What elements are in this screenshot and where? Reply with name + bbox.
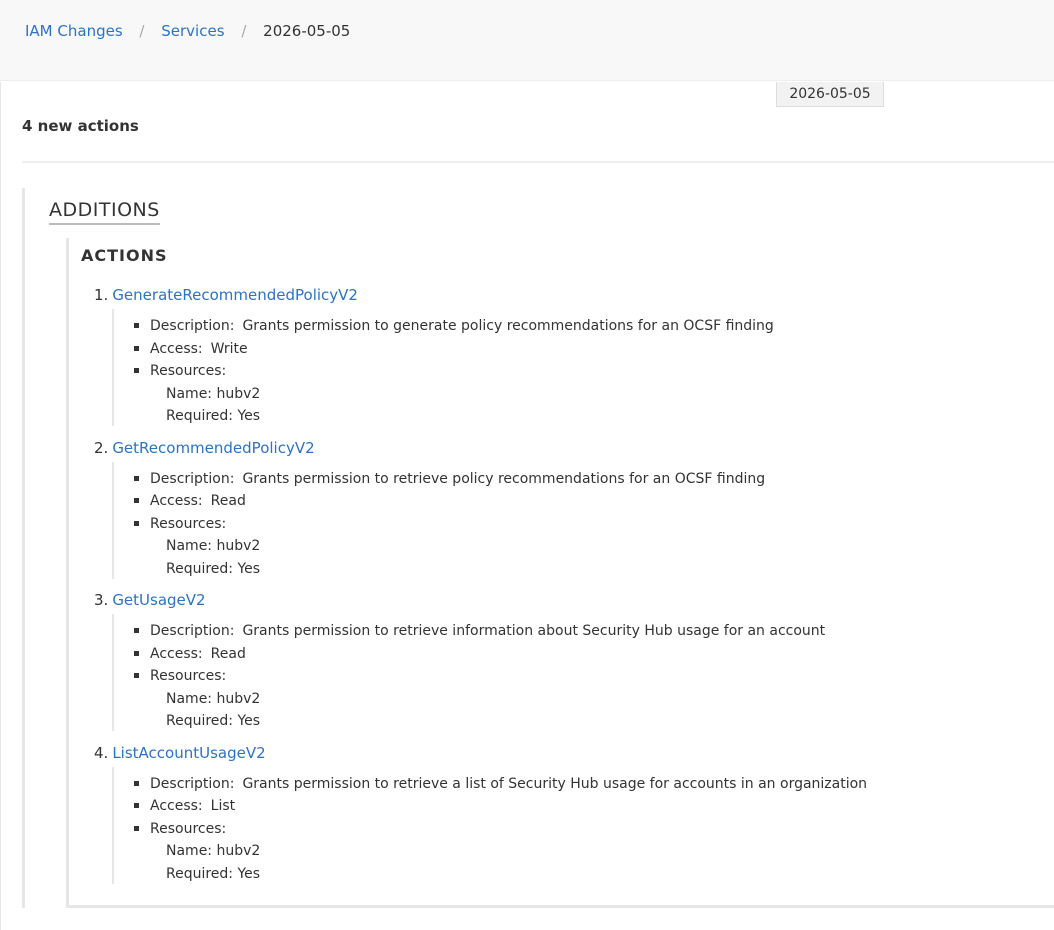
resources-row: Resources: (134, 820, 227, 838)
resource-name-value: hubv2 (216, 843, 261, 859)
breadcrumb-current: 2026-05-05 (263, 21, 351, 40)
description-value: Grants permission to retrieve a list of … (242, 776, 868, 792)
description-label: Description: (150, 776, 235, 792)
action-number: 3. (94, 591, 109, 609)
bullet (134, 803, 139, 808)
resources-row: Resources: (134, 362, 227, 380)
access-row: Access: Read (134, 492, 246, 510)
change-panel: 2026-05-05 4 new actions ADDITIONS ACTIO… (0, 82, 1054, 930)
resource-required-value: Yes (237, 866, 261, 882)
actions-section: ACTIONS 1. GenerateRecommendedPolicyV2 De… (66, 238, 1054, 908)
access-value: Write (210, 341, 248, 357)
resource-name-label: Name: (166, 538, 213, 554)
resource-required-row: Required: Yes (166, 712, 260, 730)
resources-row: Resources: (134, 515, 227, 533)
divider (22, 161, 1054, 163)
resource-required-label: Required: (166, 713, 234, 729)
resource-required-value: Yes (237, 561, 261, 577)
action-header: 1. GenerateRecommendedPolicyV2 (94, 285, 358, 305)
access-row: Access: List (134, 797, 236, 815)
bullet (134, 826, 139, 831)
resource-name-value: hubv2 (216, 386, 261, 402)
resource-name-value: hubv2 (216, 538, 261, 554)
resources-label: Resources: (150, 668, 227, 684)
resource-required-row: Required: Yes (166, 560, 260, 578)
breadcrumb-separator: / (241, 21, 247, 40)
resource-name-label: Name: (166, 691, 213, 707)
breadcrumb-link-iam-changes[interactable]: IAM Changes (25, 22, 123, 40)
action-header: 2. GetRecommendedPolicyV2 (94, 438, 315, 458)
action-item: 2. GetRecommendedPolicyV2 Description: Gra… (94, 438, 1034, 590)
action-item: 1. GenerateRecommendedPolicyV2 Descriptio… (94, 285, 1034, 437)
description-value: Grants permission to retrieve informatio… (242, 623, 826, 639)
description-row: Description: Grants permission to retriev… (134, 775, 868, 793)
description-row: Description: Grants permission to retriev… (134, 470, 766, 488)
action-number: 2. (94, 439, 109, 457)
additions-section: ADDITIONS ACTIONS 1. GenerateRecommendedP… (22, 188, 1054, 908)
action-number: 1. (94, 286, 109, 304)
resource-name-label: Name: (166, 386, 213, 402)
access-value: Read (210, 646, 246, 662)
access-value: Read (210, 493, 246, 509)
breadcrumb-link-services[interactable]: Services (161, 22, 224, 40)
access-row: Access: Read (134, 645, 246, 663)
access-row: Access: Write (134, 340, 248, 358)
actions-title: ACTIONS (81, 246, 168, 265)
description-value: Grants permission to retrieve policy rec… (242, 471, 766, 487)
description-value: Grants permission to generate policy rec… (242, 318, 774, 334)
action-number: 4. (94, 744, 109, 762)
bullet (134, 673, 139, 678)
action-link[interactable]: GenerateRecommendedPolicyV2 (112, 286, 358, 304)
bullet (134, 521, 139, 526)
bullet (134, 346, 139, 351)
action-item: 3. GetUsageV2 Description: Grants permissi… (94, 590, 1034, 742)
bullet (134, 476, 139, 481)
action-header: 4. ListAccountUsageV2 (94, 743, 266, 763)
bullet (134, 628, 139, 633)
resources-label: Resources: (150, 821, 227, 837)
resource-name-row: Name: hubv2 (166, 385, 260, 403)
bullet (134, 368, 139, 373)
resource-name-label: Name: (166, 843, 213, 859)
breadcrumb-separator: / (139, 21, 145, 40)
breadcrumb: IAM Changes / Services / 2026-05-05 (25, 21, 350, 40)
access-label: Access: (150, 646, 203, 662)
date-badge: 2026-05-05 (776, 82, 884, 107)
bullet (134, 651, 139, 656)
resource-name-value: hubv2 (216, 691, 261, 707)
description-label: Description: (150, 471, 235, 487)
description-row: Description: Grants permission to generat… (134, 317, 774, 335)
action-item: 4. ListAccountUsageV2 Description: Grants … (94, 743, 1034, 895)
access-value: List (210, 798, 236, 814)
resource-required-label: Required: (166, 866, 234, 882)
resource-name-row: Name: hubv2 (166, 690, 260, 708)
access-label: Access: (150, 341, 203, 357)
resource-required-row: Required: Yes (166, 407, 260, 425)
summary-heading: 4 new actions (22, 117, 139, 135)
description-label: Description: (150, 623, 235, 639)
action-link[interactable]: GetUsageV2 (112, 591, 205, 609)
resource-name-row: Name: hubv2 (166, 842, 260, 860)
bullet (134, 498, 139, 503)
resources-label: Resources: (150, 516, 227, 532)
action-link[interactable]: ListAccountUsageV2 (112, 744, 265, 762)
bullet (134, 781, 139, 786)
access-label: Access: (150, 798, 203, 814)
additions-title: ADDITIONS (49, 198, 160, 225)
top-bar: IAM Changes / Services / 2026-05-05 (0, 0, 1054, 81)
bullet (134, 323, 139, 328)
resource-required-row: Required: Yes (166, 865, 260, 883)
action-link[interactable]: GetRecommendedPolicyV2 (112, 439, 314, 457)
resources-row: Resources: (134, 667, 227, 685)
resource-required-value: Yes (237, 713, 261, 729)
action-header: 3. GetUsageV2 (94, 590, 206, 610)
description-row: Description: Grants permission to retriev… (134, 622, 826, 640)
resource-name-row: Name: hubv2 (166, 537, 260, 555)
resource-required-label: Required: (166, 561, 234, 577)
description-label: Description: (150, 318, 235, 334)
resource-required-value: Yes (237, 408, 261, 424)
access-label: Access: (150, 493, 203, 509)
resources-label: Resources: (150, 363, 227, 379)
resource-required-label: Required: (166, 408, 234, 424)
